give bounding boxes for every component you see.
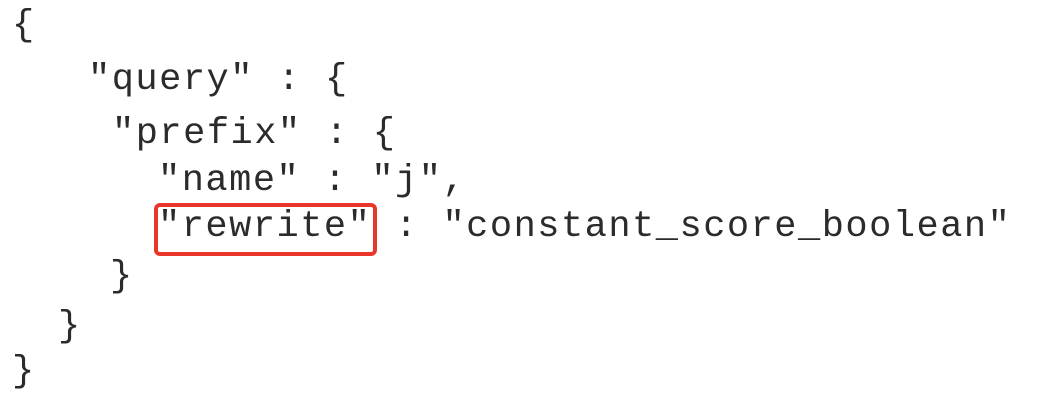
code-line-3: "prefix" : { <box>112 113 397 155</box>
code-line-4: "name" : "j", <box>158 160 467 202</box>
rewrite-key-text: "rewrite" <box>158 206 372 248</box>
code-line-6: } <box>110 256 134 298</box>
code-line-5: "rewrite" : "constant_score_boolean" <box>154 203 1012 256</box>
code-line-1: { <box>12 5 36 47</box>
highlighted-rewrite-key: "rewrite" <box>154 203 378 256</box>
code-line-7: } <box>58 306 82 348</box>
json-code-block: { "query" : { "prefix" : { "name" : "j",… <box>0 0 1062 402</box>
code-line-2: "query" : { <box>88 59 349 101</box>
code-line-8: } <box>12 351 36 393</box>
rewrite-value-text: : "constant_score_boolean" <box>371 206 1012 248</box>
